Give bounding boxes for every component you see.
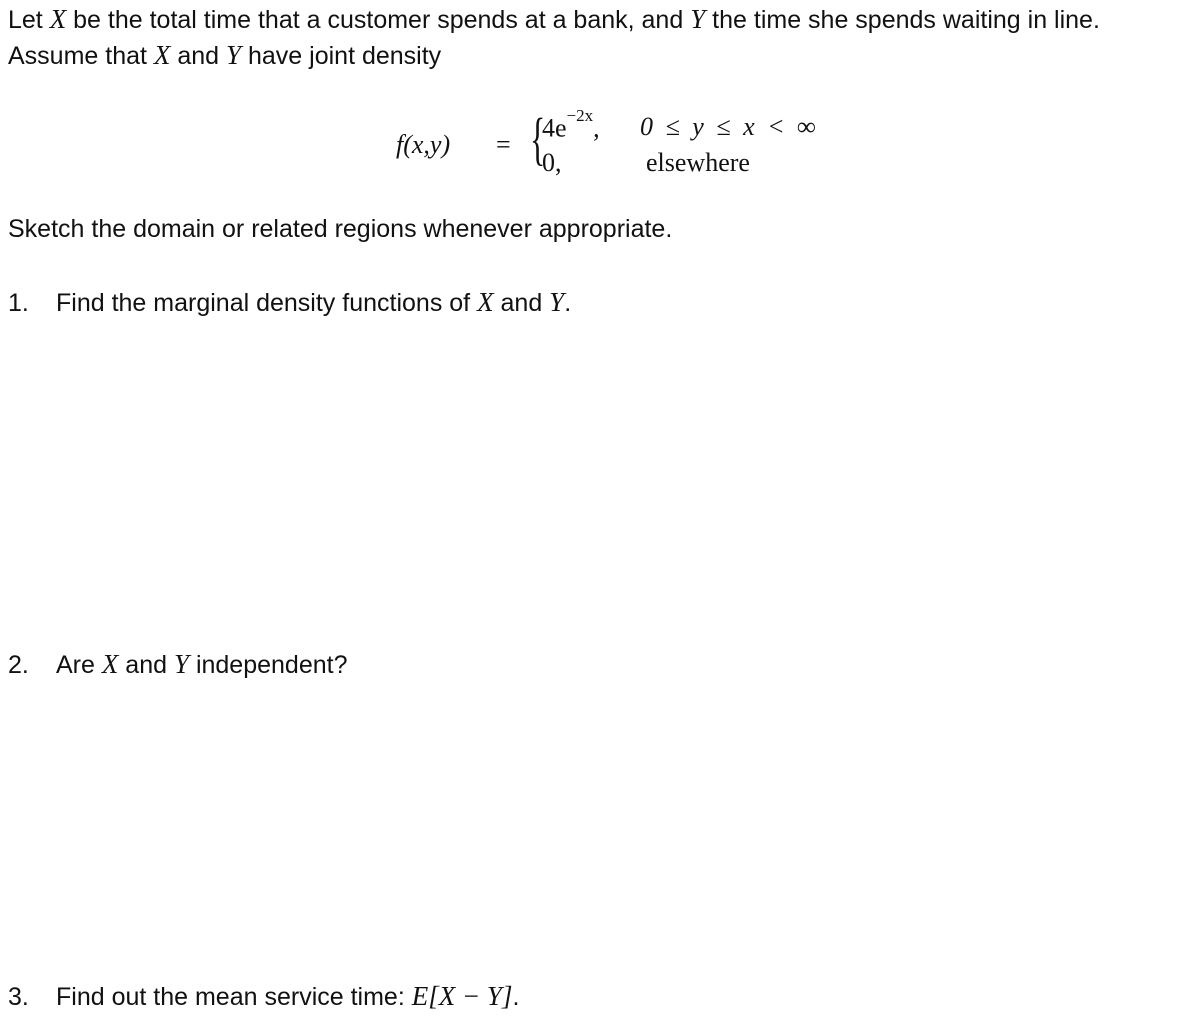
intro-text: Let — [8, 6, 50, 34]
question-text: and — [118, 651, 174, 679]
intro-text: be the total time that a customer spends… — [66, 6, 691, 34]
variable-y: Y — [226, 40, 242, 70]
question-text: Are — [56, 651, 102, 679]
variable-y: Y — [549, 287, 565, 317]
case-1-comma: , — [593, 113, 600, 143]
intro-text: the time she spends waiting in line. — [705, 6, 1100, 34]
case-1-value: 4e−2x, — [542, 106, 600, 144]
question-text: . — [564, 289, 572, 317]
question-text: and — [493, 289, 550, 317]
intro-text: Assume that — [8, 42, 154, 70]
variable-x: X — [153, 40, 171, 70]
case-1-condition-text: 0 ≤ y ≤ x < ∞ — [640, 112, 816, 141]
question-2: 2. Are X and Y independent? — [8, 649, 347, 680]
variable-y: Y — [690, 4, 706, 34]
question-text: . — [512, 983, 520, 1011]
question-1: 1. Find the marginal density functions of… — [8, 287, 571, 318]
question-text: independent? — [189, 651, 348, 679]
function-args: (x,y) — [403, 130, 451, 159]
question-text: Find out the mean service time: — [56, 983, 412, 1011]
instruction-text: Sketch the domain or related regions whe… — [8, 215, 673, 243]
question-number: 2. — [8, 651, 29, 679]
intro-line-2: Assume that X and Y have joint density — [8, 40, 441, 71]
case-1-base: 4e — [542, 113, 567, 143]
case-1-exponent: −2x — [566, 106, 594, 125]
case-2-condition: elsewhere — [646, 148, 750, 177]
intro-line-1: Let X be the total time that a customer … — [8, 4, 1100, 35]
question-text: Find the marginal density functions of — [56, 289, 478, 317]
variable-x: X — [477, 287, 494, 317]
intro-text: have joint density — [241, 42, 442, 70]
equals-sign: = — [496, 130, 511, 159]
variable-y: Y — [173, 649, 189, 679]
variable-x: X — [101, 649, 119, 679]
question-3: 3. Find out the mean service time: E[X − … — [8, 981, 519, 1012]
question-number: 3. — [8, 983, 29, 1011]
case-1-condition: 0 ≤ y ≤ x < ∞ — [640, 112, 816, 142]
intro-text: and — [170, 42, 227, 70]
case-2-value: 0, — [542, 148, 562, 177]
expectation-expression: E[X − Y] — [411, 981, 513, 1011]
formula-lhs: f(x,y) — [396, 130, 450, 160]
question-number: 1. — [8, 289, 29, 317]
variable-x: X — [49, 4, 67, 34]
